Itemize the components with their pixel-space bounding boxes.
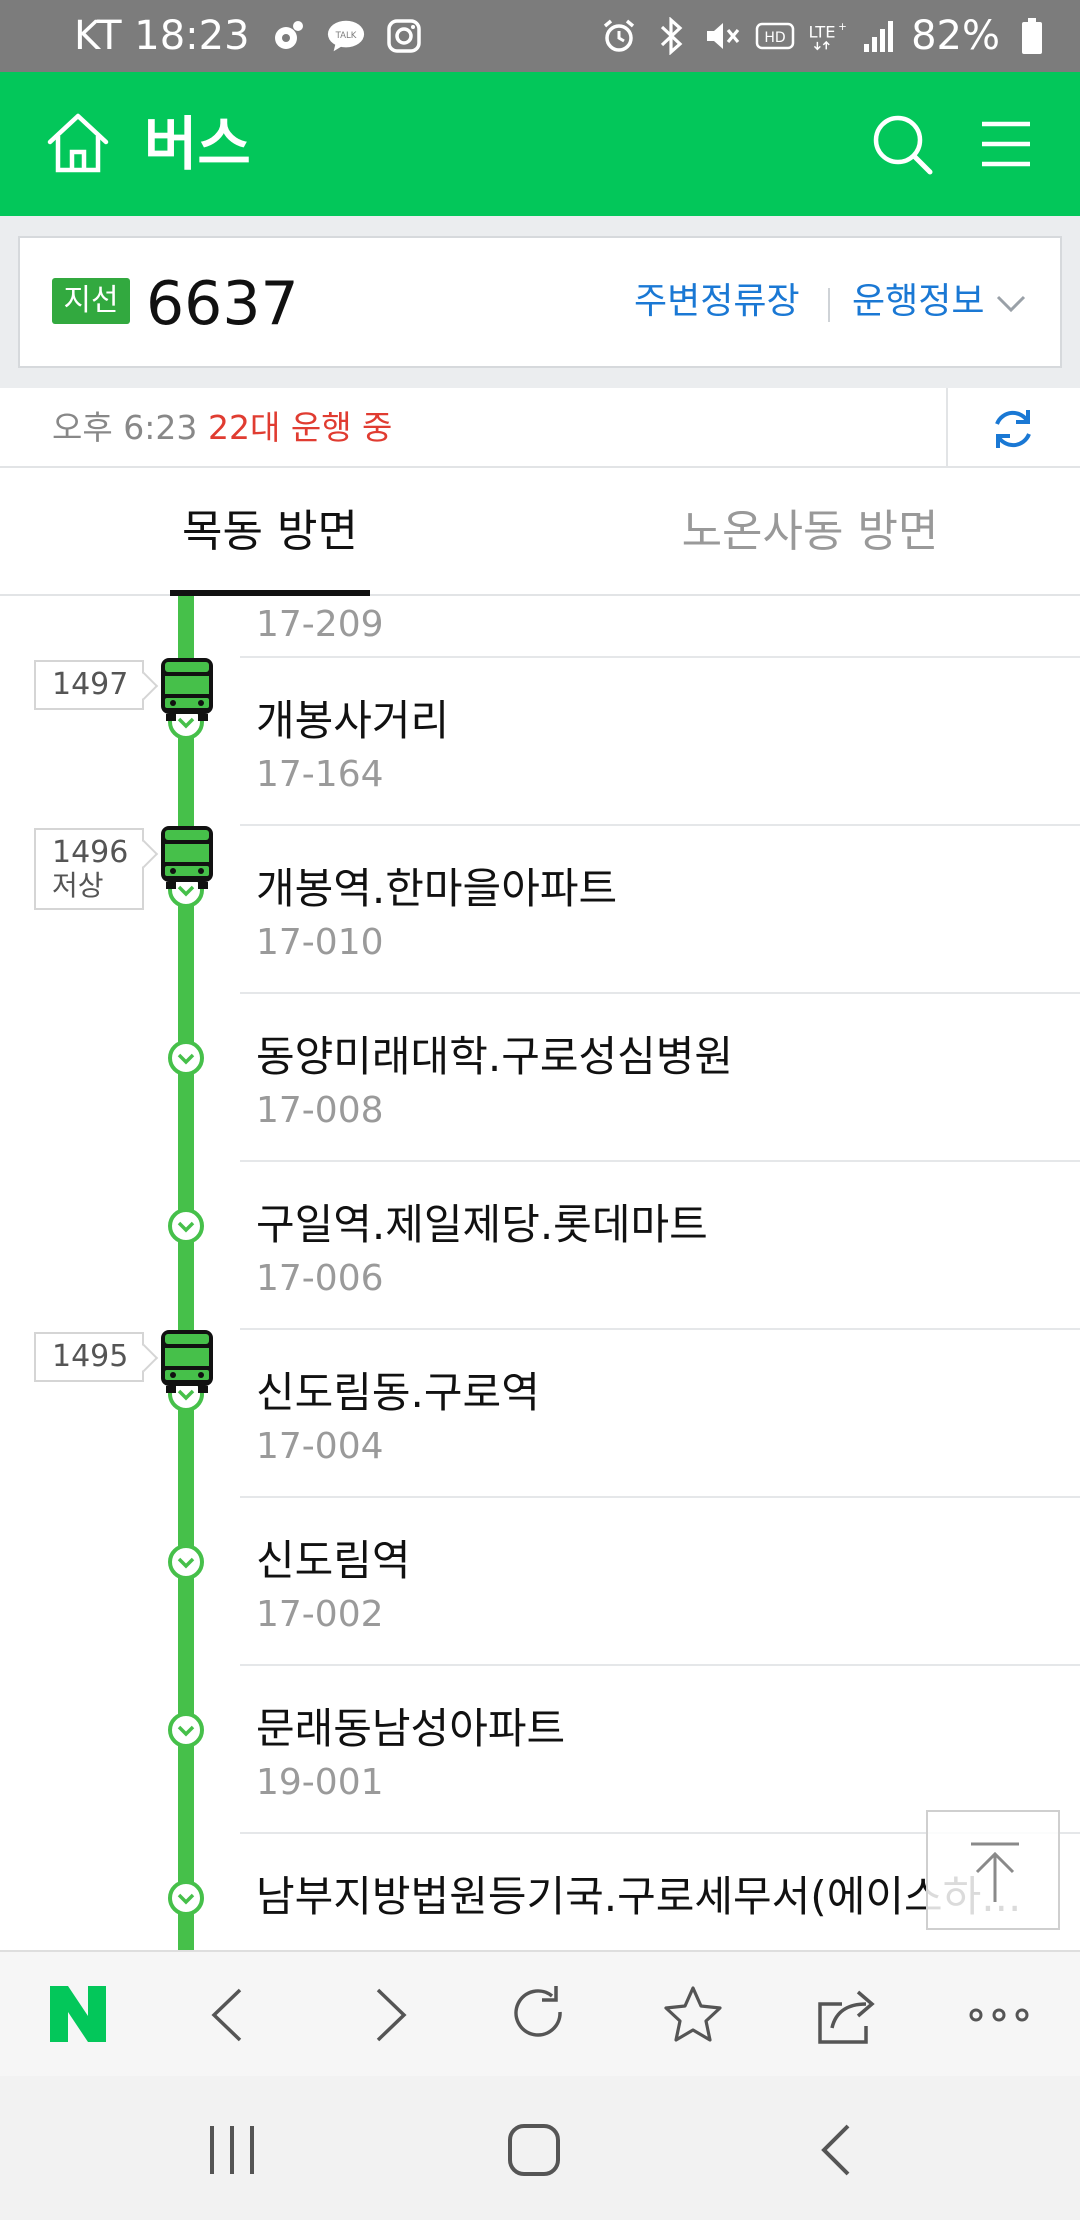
list-item[interactable]: 문래동남성아파트 19-001 [0,1666,1080,1834]
bus-icon[interactable] [158,656,216,722]
tab-direction-noonsadong[interactable]: 노온사동 방면 [540,468,1080,596]
stop-code: 17-006 [256,1258,384,1299]
stop-check-icon [167,1207,205,1245]
home-button-icon[interactable] [504,2120,564,2180]
status-bar: KT 18:23 TALK HD LTE + 82% [0,0,1080,72]
page-title: 버스 [144,110,251,178]
nearby-stops-link[interactable]: 주변정류장 [634,278,800,326]
stop-check-icon [167,1543,205,1581]
route-info-link[interactable]: 운행정보 [852,278,984,326]
stop-code: 17-004 [256,1426,384,1467]
stop-code: 19-001 [256,1762,384,1803]
bluetooth-icon [651,14,691,58]
route-type-badge: 지선 [52,278,130,324]
bookmark-star-icon[interactable] [660,1982,726,2048]
bus-label[interactable]: 1495 [34,1332,144,1382]
low-floor-label: 저상 [52,869,104,902]
svg-text:+: + [838,21,847,33]
instagram-icon [384,14,424,58]
list-item[interactable]: 신도림역 17-002 [0,1498,1080,1666]
signal-icon [859,14,899,58]
forward-icon[interactable] [356,1982,422,2048]
lte-icon: LTE + [807,14,847,58]
stop-check-icon [167,1711,205,1749]
app-header: 버스 [0,72,1080,216]
running-count: 22대 운행 중 [208,408,393,447]
stop-name: 개봉역.한마을아파트 [256,864,618,913]
chevron-down-icon[interactable] [994,286,1028,320]
bus-number: 1497 [52,667,129,702]
stop-code: 17-002 [256,1594,384,1635]
stop-list[interactable]: 17-209 개봉사거리 17-164 개봉역.한마을아파트 17-010 동양… [0,596,1080,1950]
stop-name: 동양미래대학.구로성심병원 [256,1032,734,1081]
bus-label[interactable]: 1496 저상 [34,828,144,910]
update-time: 오후 6:23 [52,408,198,447]
hd-icon: HD [755,14,795,58]
bus-number: 1496 [52,835,129,870]
alarm-icon [599,14,639,58]
stop-code: 17-008 [256,1090,384,1131]
mute-icon [703,14,743,58]
divider [828,288,830,322]
stop-check-icon [167,1039,205,1077]
home-icon[interactable] [42,108,114,180]
stop-name: 구일역.제일제당.롯데마트 [256,1200,708,1249]
svg-text:HD: HD [764,30,785,46]
bus-icon[interactable] [158,1328,216,1394]
list-item[interactable]: 남부지방법원등기국.구로세무서(에이스하... [0,1834,1080,1950]
route-header: 지선 6637 주변정류장 운행정보 [0,216,1080,388]
refresh-button[interactable] [946,388,1080,466]
menu-icon[interactable] [970,108,1042,180]
route-number: 6637 [146,269,299,339]
naver-logo[interactable] [48,1984,108,2044]
stop-code: 17-010 [256,922,384,963]
browser-toolbar [0,1950,1080,2076]
kakaotalk-icon: TALK [326,14,366,58]
stop-code: 17-209 [256,604,384,645]
refresh-icon [988,404,1038,454]
stop-code: 17-164 [256,754,384,795]
bus-number: 1495 [52,1339,129,1374]
stop-check-icon [167,1879,205,1917]
system-nav-bar [0,2076,1080,2220]
stop-name: 신도림역 [256,1536,411,1585]
stop-name: 남부지방법원등기국.구로세무서(에이스하... [256,1872,1022,1921]
reload-icon[interactable] [506,1982,572,2048]
stop-name: 개봉사거리 [256,696,450,745]
stop-name: 문래동남성아파트 [256,1704,566,1753]
arrow-up-icon [965,1840,1025,1904]
list-item[interactable]: 동양미래대학.구로성심병원 17-008 [0,994,1080,1162]
back-icon[interactable] [196,1982,262,2048]
svg-text:TALK: TALK [334,31,356,41]
route-box: 지선 6637 주변정류장 운행정보 [18,236,1062,368]
back-nav-icon[interactable] [808,2120,868,2180]
share-icon[interactable] [814,1982,880,2048]
direction-tabs: 목동 방면 노온사동 방면 [0,468,1080,596]
list-item[interactable]: 17-209 [0,596,1080,658]
svg-text:LTE: LTE [809,22,836,41]
more-icon[interactable] [966,1982,1032,2048]
status-row: 오후 6:23 22대 운행 중 [0,388,1080,468]
list-item[interactable]: 구일역.제일제당.롯데마트 17-006 [0,1162,1080,1330]
battery-percent: 82% [911,13,1000,59]
carrier-time: KT 18:23 [74,13,250,59]
bus-label[interactable]: 1497 [34,660,144,710]
scroll-top-button[interactable] [926,1810,1060,1930]
bus-icon[interactable] [158,824,216,890]
tab-direction-mokdong[interactable]: 목동 방면 [0,468,540,596]
battery-icon [1012,14,1052,58]
stop-name: 신도림동.구로역 [256,1368,540,1417]
search-icon[interactable] [866,108,938,180]
recent-apps-icon[interactable] [202,2120,262,2180]
notification-dot-icon [268,14,308,58]
